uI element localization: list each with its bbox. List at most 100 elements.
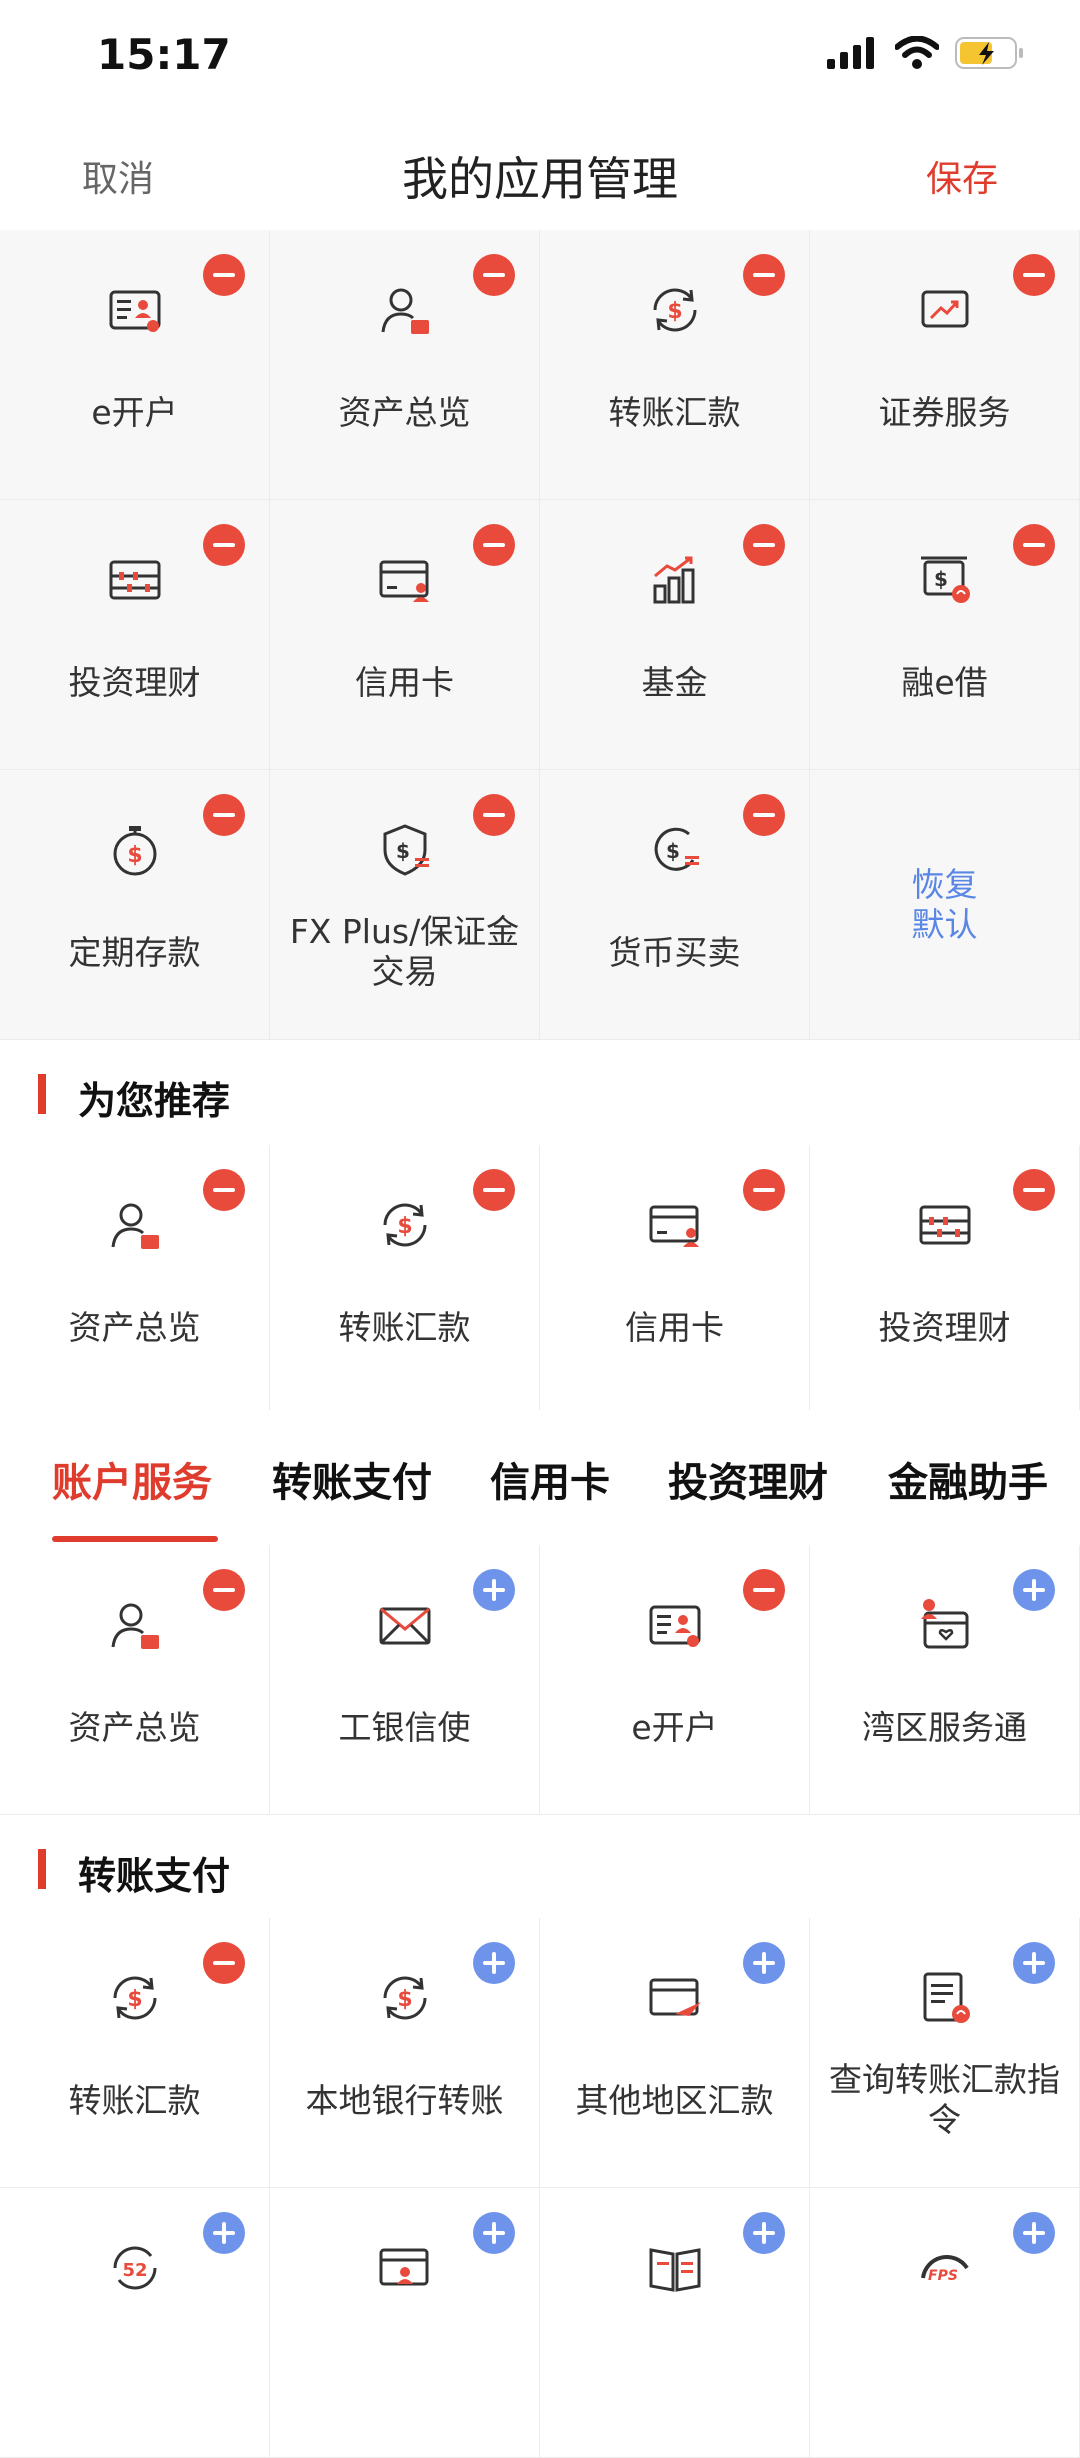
app-tile[interactable]: $ 货币买卖 bbox=[540, 770, 810, 1040]
remove-app-button[interactable] bbox=[473, 1169, 515, 1211]
app-tile-label: e开户 bbox=[631, 1708, 718, 1747]
svg-text:$: $ bbox=[127, 843, 142, 868]
remove-app-button[interactable] bbox=[203, 794, 245, 836]
person-wallet-icon bbox=[105, 1595, 165, 1655]
remove-app-button[interactable] bbox=[743, 1569, 785, 1611]
cycle-52-icon: 52 bbox=[105, 2238, 165, 2298]
card-person-icon bbox=[375, 2238, 435, 2298]
app-tile[interactable]: 52 bbox=[0, 2188, 270, 2458]
remove-app-button[interactable] bbox=[1013, 1169, 1055, 1211]
app-tile[interactable]: $ FX Plus/保证金交易 bbox=[270, 770, 540, 1040]
remove-app-button[interactable] bbox=[473, 254, 515, 296]
my-apps-grid: e开户 资产总览 $ 转账汇款 证券服务 投资理财 信用卡 基金 $ 融e借 $ 定期存款 $ FX Pl… bbox=[0, 230, 1080, 1040]
app-tile-label: 资产总览 bbox=[68, 1708, 201, 1747]
app-tile[interactable]: 信用卡 bbox=[540, 1145, 810, 1415]
app-tile[interactable]: $ 本地银行转账 bbox=[270, 1918, 540, 2188]
app-tile[interactable]: $ 定期存款 bbox=[0, 770, 270, 1040]
app-tile[interactable]: 投资理财 bbox=[0, 500, 270, 770]
wifi-icon bbox=[895, 36, 939, 69]
app-tile-label: 工银信使 bbox=[338, 1708, 471, 1747]
tab-financial-assistant[interactable]: 金融助手 bbox=[888, 1450, 1048, 1508]
add-app-button[interactable] bbox=[1013, 1569, 1055, 1611]
tab-transfer-payment[interactable]: 转账支付 bbox=[272, 1450, 432, 1508]
app-tile[interactable]: $ 融e借 bbox=[810, 500, 1080, 770]
svg-text:52: 52 bbox=[122, 2260, 147, 2281]
abacus-icon bbox=[915, 1195, 975, 1255]
app-tile[interactable]: 投资理财 bbox=[810, 1145, 1080, 1415]
svg-text:$: $ bbox=[127, 1987, 142, 2012]
remove-app-button[interactable] bbox=[203, 1169, 245, 1211]
remove-app-button[interactable] bbox=[1013, 524, 1055, 566]
restore-default-button[interactable]: 恢复 默认 bbox=[810, 865, 1079, 945]
app-tile-label: e开户 bbox=[91, 393, 178, 432]
remove-app-button[interactable] bbox=[473, 794, 515, 836]
svg-text:$: $ bbox=[934, 567, 948, 591]
add-app-button[interactable] bbox=[743, 2212, 785, 2254]
svg-text:$: $ bbox=[666, 839, 680, 863]
app-tile[interactable]: e开户 bbox=[540, 1545, 810, 1815]
app-tile-label: 转账汇款 bbox=[68, 2081, 201, 2120]
add-app-button[interactable] bbox=[473, 2212, 515, 2254]
app-tile[interactable]: 资产总览 bbox=[270, 230, 540, 500]
app-tile[interactable]: 资产总览 bbox=[0, 1545, 270, 1815]
remove-app-button[interactable] bbox=[743, 524, 785, 566]
battery-icon bbox=[955, 37, 1023, 69]
add-app-button[interactable] bbox=[473, 1569, 515, 1611]
app-tile[interactable]: e开户 bbox=[0, 230, 270, 500]
id-card-icon bbox=[645, 1595, 705, 1655]
person-wallet-icon bbox=[105, 1195, 165, 1255]
save-button[interactable]: 保存 bbox=[926, 150, 998, 202]
app-tile[interactable]: 基金 bbox=[540, 500, 810, 770]
app-tile[interactable]: 工银信使 bbox=[270, 1545, 540, 1815]
app-tile-label: 信用卡 bbox=[625, 1308, 724, 1347]
app-tile[interactable]: $ 转账汇款 bbox=[270, 1145, 540, 1415]
add-app-button[interactable] bbox=[203, 2212, 245, 2254]
add-app-button[interactable] bbox=[473, 1942, 515, 1984]
svg-text:$: $ bbox=[667, 299, 682, 324]
remove-app-button[interactable] bbox=[203, 1942, 245, 1984]
loan-icon: $ bbox=[915, 550, 975, 610]
remove-app-button[interactable] bbox=[203, 254, 245, 296]
app-tile-label: 资产总览 bbox=[68, 1308, 201, 1347]
app-tile[interactable]: 湾区服务通 bbox=[810, 1545, 1080, 1815]
tab-account-services[interactable]: 账户服务 bbox=[52, 1450, 212, 1508]
status-time: 15:17 bbox=[97, 30, 231, 79]
remove-app-button[interactable] bbox=[1013, 254, 1055, 296]
app-tile-label: 资产总览 bbox=[338, 393, 471, 432]
bar-growth-icon bbox=[645, 550, 705, 610]
account-services-grid: 资产总览 工银信使 e开户 湾区服务通 bbox=[0, 1545, 1080, 1815]
add-app-button[interactable] bbox=[1013, 2212, 1055, 2254]
app-tile[interactable] bbox=[270, 2188, 540, 2458]
status-icons bbox=[827, 36, 1025, 70]
tab-credit-card[interactable]: 信用卡 bbox=[490, 1450, 610, 1508]
app-tile[interactable]: 信用卡 bbox=[270, 500, 540, 770]
remove-app-button[interactable] bbox=[743, 254, 785, 296]
app-tile[interactable]: $ 转账汇款 bbox=[0, 1918, 270, 2188]
credit-card-icon bbox=[375, 550, 435, 610]
app-tile-label: 定期存款 bbox=[68, 933, 201, 972]
app-tile[interactable]: FPS bbox=[810, 2188, 1080, 2458]
tab-investment[interactable]: 投资理财 bbox=[668, 1450, 828, 1508]
app-tile[interactable]: 其他地区汇款 bbox=[540, 1918, 810, 2188]
status-bar: 15:17 bbox=[0, 0, 1080, 115]
remove-app-button[interactable] bbox=[743, 1169, 785, 1211]
remove-app-button[interactable] bbox=[203, 524, 245, 566]
app-tile-label: 转账汇款 bbox=[608, 393, 741, 432]
stopwatch-dollar-icon: $ bbox=[105, 820, 165, 880]
add-app-button[interactable] bbox=[743, 1942, 785, 1984]
remove-app-button[interactable] bbox=[473, 524, 515, 566]
app-tile[interactable] bbox=[540, 2188, 810, 2458]
app-tile-label: 基金 bbox=[641, 663, 708, 702]
remove-app-button[interactable] bbox=[743, 794, 785, 836]
transfer-section-header: 转账支付 bbox=[0, 1815, 1080, 1920]
section-title: 转账支付 bbox=[78, 1854, 231, 1898]
app-tile-label: 投资理财 bbox=[878, 1308, 1011, 1347]
app-tile[interactable]: 查询转账汇款指令 bbox=[810, 1918, 1080, 2188]
app-tile[interactable]: $ 转账汇款 bbox=[540, 230, 810, 500]
remove-app-button[interactable] bbox=[203, 1569, 245, 1611]
app-tile[interactable]: 资产总览 bbox=[0, 1145, 270, 1415]
add-app-button[interactable] bbox=[1013, 1942, 1055, 1984]
app-tile[interactable]: 证券服务 bbox=[810, 230, 1080, 500]
restore-default-tile: 恢复 默认 bbox=[810, 770, 1080, 1040]
active-tab-indicator bbox=[52, 1536, 218, 1542]
